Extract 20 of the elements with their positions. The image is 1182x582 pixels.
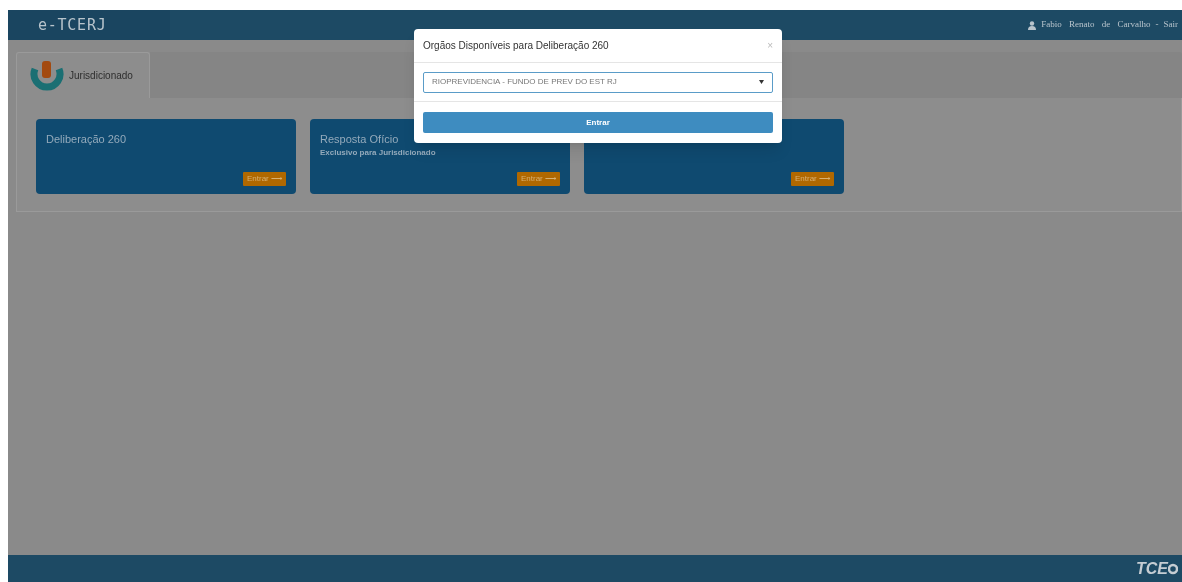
separator-text: - [1155,18,1159,32]
select-field[interactable]: RIOPREVIDENCIA - FUNDO DE PREV DO EST RJ [423,71,773,93]
footer-logo: TCE [1136,558,1168,579]
card-title: Resposta Ofício [320,133,400,147]
logo-icon [1168,561,1178,576]
modal-title: Orgãos Disponíveis para Deliberação 260 [423,39,609,53]
enter-button[interactable]: Entrar ⟶ [243,172,286,186]
close-button[interactable]: × [767,38,773,53]
brand-logo[interactable]: e-TCERJ [8,10,170,40]
user-name: Fabio Renato de Carvalho [1041,18,1151,32]
card-title: Deliberação 260 [46,133,128,147]
logo-icon [29,58,65,93]
enter-button[interactable]: Entrar ⟶ [791,172,834,186]
user-icon [1028,20,1037,30]
logout-link[interactable]: Sair [1163,18,1178,32]
card-subtitle: Exclusivo para Jurisdicionado [320,146,437,159]
enter-button[interactable]: Entrar ⟶ [517,172,560,186]
enter-button[interactable]: Entrar [423,112,773,133]
caret-icon [759,80,764,84]
tab[interactable]: Jurisdicionado [16,52,150,98]
